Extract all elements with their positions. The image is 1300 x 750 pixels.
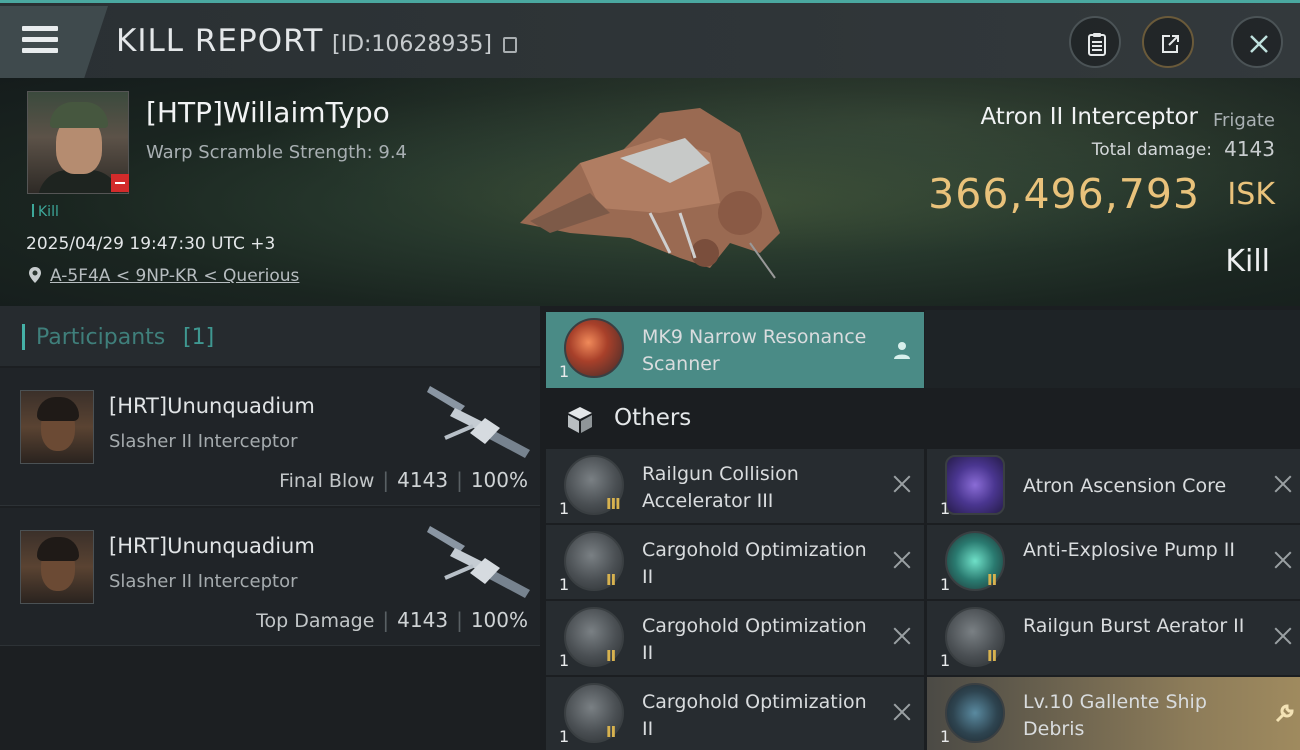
close-icon xyxy=(1250,35,1268,53)
isk-unit: ISK xyxy=(1227,177,1275,212)
victim-name[interactable]: [HTP]WillaimTypo xyxy=(146,96,390,129)
kill-datetime: 2025/04/29 19:47:30 UTC +3 xyxy=(26,234,276,254)
header-bar: KILL REPORT [ID:10628935] xyxy=(0,0,1300,78)
item-name: Cargohold Optimization II xyxy=(642,539,867,588)
item-name: Cargohold Optimization II xyxy=(642,615,867,664)
item-slot[interactable]: 1 II Anti-Explosive Pump II xyxy=(927,525,1300,599)
location-pin-icon xyxy=(29,267,41,283)
item-tier: II xyxy=(606,647,616,665)
participant-ship-icon xyxy=(427,526,530,598)
participant-damage: 4143 xyxy=(397,608,449,632)
item-slot[interactable]: 1 II Cargohold Optimization II xyxy=(546,525,924,599)
copy-icon[interactable] xyxy=(503,37,517,53)
others-label: Others xyxy=(614,405,692,431)
page-title: KILL REPORT xyxy=(116,23,324,59)
participants-title: Participants xyxy=(36,325,166,350)
participant-ship: Slasher II Interceptor xyxy=(109,431,298,452)
kill-result: Kill xyxy=(1225,244,1270,279)
item-slot[interactable]: 1 III Railgun Collision Accelerator III xyxy=(546,449,924,523)
participant-role: Final Blow xyxy=(279,470,375,492)
participant-role: Top Damage xyxy=(256,610,375,632)
participants-header: Participants [1] xyxy=(0,306,540,366)
report-id: [ID:10628935] xyxy=(332,32,492,57)
participant-avatar[interactable] xyxy=(20,390,94,464)
participant-card[interactable]: [HRT]Ununquadium Slasher II Interceptor … xyxy=(0,368,540,506)
item-tier: II xyxy=(987,571,997,589)
item-tier: II xyxy=(606,723,616,741)
item-tier: II xyxy=(987,647,997,665)
item-quantity: 1 xyxy=(559,575,570,594)
item-name: Anti-Explosive Pump II xyxy=(1023,539,1235,561)
share-button[interactable] xyxy=(1142,16,1194,68)
victim-ship-class: Frigate xyxy=(1212,110,1275,131)
item-quantity: 1 xyxy=(940,651,951,670)
item-quantity: 1 xyxy=(559,362,570,381)
participants-count: [1] xyxy=(183,325,215,350)
participant-avatar[interactable] xyxy=(20,530,94,604)
share-icon xyxy=(1162,35,1179,53)
item-slot[interactable]: 1 II Railgun Burst Aerator II xyxy=(927,601,1300,675)
item-slot[interactable]: 1 Atron Ascension Core xyxy=(927,449,1300,523)
item-slot[interactable]: 1 II Cargohold Optimization II xyxy=(546,677,924,750)
ship-debris-icon xyxy=(945,683,1005,743)
close-button[interactable] xyxy=(1231,16,1283,68)
participant-stats: Final Blow | 4143 | 100% xyxy=(279,468,528,492)
participant-ship-icon xyxy=(427,386,530,458)
victim-ship-type[interactable]: Atron II Interceptor xyxy=(980,104,1198,130)
participant-name[interactable]: [HRT]Ununquadium xyxy=(109,394,315,418)
item-tier: III xyxy=(606,495,621,513)
kill-banner: [HTP]WillaimTypo Warp Scramble Strength:… xyxy=(0,78,1300,306)
ascension-core-icon xyxy=(945,455,1005,515)
clipboard-button[interactable] xyxy=(1069,16,1121,68)
item-quantity: 1 xyxy=(940,499,951,518)
destroyed-x-icon xyxy=(892,702,912,722)
scanner-item-icon xyxy=(564,318,624,378)
item-name: Railgun Collision Accelerator III xyxy=(642,463,799,512)
participant-percent: 100% xyxy=(470,608,528,632)
kill-tag: Kill xyxy=(32,204,59,220)
warp-scramble-strength: Warp Scramble Strength: 9.4 xyxy=(146,142,408,163)
total-damage-value: 4143 xyxy=(1224,137,1275,161)
destroyed-x-icon xyxy=(892,626,912,646)
participant-ship: Slasher II Interceptor xyxy=(109,571,298,592)
wrench-icon xyxy=(1275,704,1294,723)
menu-button[interactable] xyxy=(0,6,108,78)
clipboard-icon xyxy=(1088,33,1106,56)
item-name: Atron Ascension Core xyxy=(1023,475,1227,497)
destroyed-badge xyxy=(111,174,129,192)
kill-location-link[interactable]: A-5F4A < 9NP-KR < Querious xyxy=(50,266,299,286)
participant-card[interactable]: [HRT]Ununquadium Slasher II Interceptor … xyxy=(0,508,540,646)
item-slot[interactable]: 1 II Cargohold Optimization II xyxy=(546,601,924,675)
item-quantity: 1 xyxy=(559,499,570,518)
person-icon xyxy=(894,342,910,359)
destroyed-x-icon xyxy=(1273,474,1293,494)
item-quantity: 1 xyxy=(559,727,570,746)
isk-value: 366,496,793 xyxy=(928,170,1200,218)
item-name: Lv.10 Gallente Ship Debris xyxy=(1023,691,1207,740)
item-name: MK9 Narrow Resonance Scanner xyxy=(642,326,867,375)
item-quantity: 1 xyxy=(940,727,951,746)
item-name: Railgun Burst Aerator II xyxy=(1023,615,1245,637)
item-quantity: 1 xyxy=(559,651,570,670)
item-name: Cargohold Optimization II xyxy=(642,691,867,740)
item-slot-highlight[interactable]: 1 MK9 Narrow Resonance Scanner xyxy=(546,312,924,388)
participants-panel: Participants [1] [HRT]Ununquadium Slashe… xyxy=(0,306,540,750)
participant-stats: Top Damage | 4143 | 100% xyxy=(256,608,528,632)
item-slot-dropped[interactable]: 1 Lv.10 Gallente Ship Debris xyxy=(927,677,1300,750)
participant-name[interactable]: [HRT]Ununquadium xyxy=(109,534,315,558)
total-damage-label: Total damage: xyxy=(1091,140,1212,160)
participant-percent: 100% xyxy=(470,468,528,492)
ship-image xyxy=(520,108,780,279)
destroyed-x-icon xyxy=(892,474,912,494)
item-tier: II xyxy=(606,571,616,589)
cube-icon xyxy=(568,407,592,433)
destroyed-x-icon xyxy=(1273,626,1293,646)
destroyed-x-icon xyxy=(1273,550,1293,570)
destroyed-x-icon xyxy=(892,550,912,570)
empty-slot xyxy=(925,310,1300,388)
participant-damage: 4143 xyxy=(397,468,449,492)
item-quantity: 1 xyxy=(940,575,951,594)
